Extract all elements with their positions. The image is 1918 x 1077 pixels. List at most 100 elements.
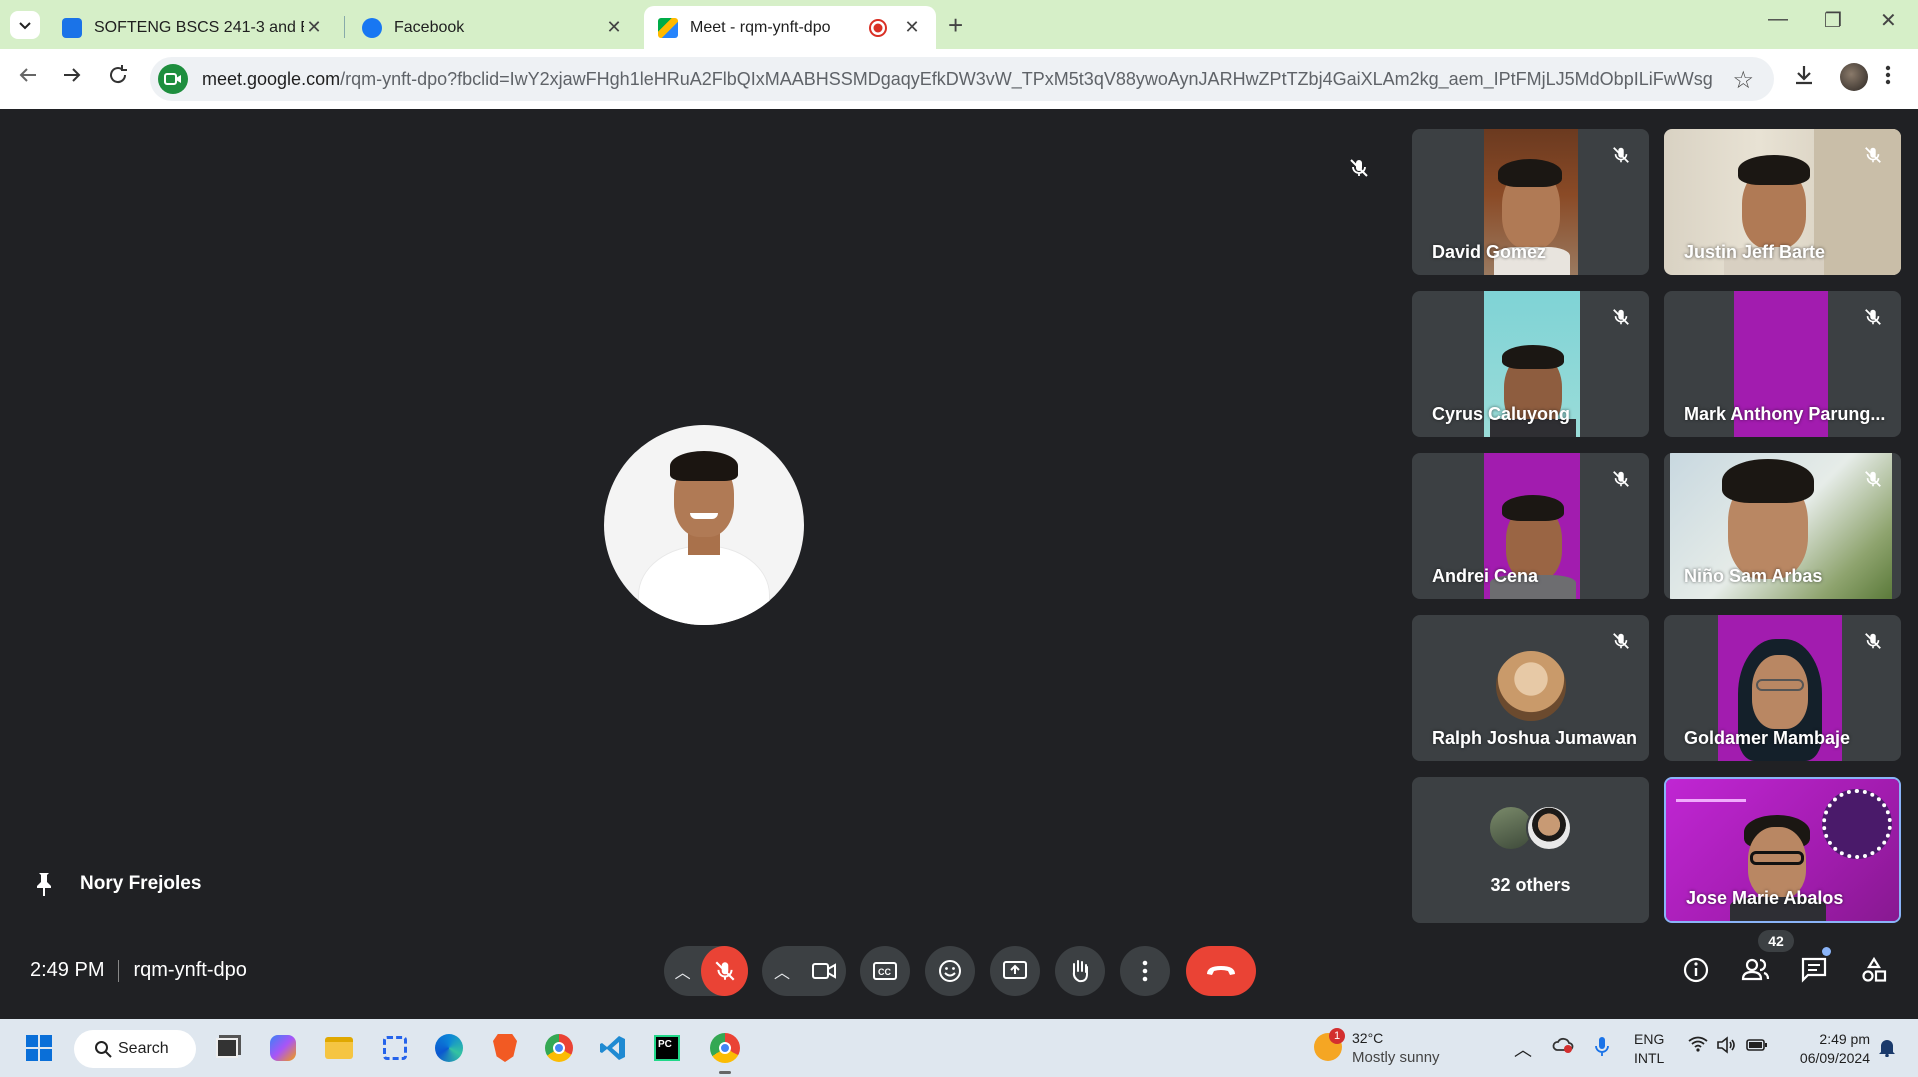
profile-avatar[interactable] [1840, 63, 1868, 91]
recording-icon [869, 18, 887, 37]
participant-tile[interactable]: Niño Sam Arbas [1664, 453, 1901, 599]
participant-tile[interactable]: Andrei Cena [1412, 453, 1649, 599]
tray-overflow-chevron-up-icon[interactable]: ︿ [1514, 1036, 1532, 1062]
captions-button[interactable]: CC [860, 946, 910, 996]
snipping-tool-icon[interactable] [380, 1033, 410, 1063]
participant-name: Niño Sam Arbas [1684, 566, 1823, 586]
edge-icon[interactable] [434, 1033, 464, 1063]
more-vert-icon [1142, 960, 1148, 982]
mic-toggle-button[interactable] [701, 946, 748, 996]
close-icon[interactable]: ✕ [304, 17, 324, 38]
tab-softeng[interactable]: SOFTENG BSCS 241-3 and BSIT ✕ [48, 6, 338, 49]
wifi-icon[interactable] [1688, 1036, 1708, 1057]
address-bar[interactable]: meet.google.com/rqm-ynft-dpo?fbclid=IwY2… [150, 57, 1774, 101]
participant-name: Mark Anthony Parung... [1684, 404, 1886, 424]
battery-icon[interactable] [1746, 1036, 1768, 1057]
participant-tile[interactable]: David Gomez [1412, 129, 1649, 275]
participant-tile[interactable]: Mark Anthony Parung... [1664, 291, 1901, 437]
new-tab-button[interactable]: + [948, 10, 963, 41]
download-icon[interactable] [1792, 63, 1816, 87]
hang-up-icon [1207, 966, 1235, 975]
weather-desc: Mostly sunny [1352, 1049, 1440, 1066]
mic-off-icon [1865, 471, 1881, 487]
browser-toolbar: meet.google.com/rqm-ynft-dpo?fbclid=IwY2… [0, 49, 1918, 109]
participant-avatar [1526, 805, 1572, 851]
notification-bell-icon[interactable] [1878, 1037, 1896, 1057]
close-icon[interactable]: ✕ [604, 17, 624, 38]
participant-tile[interactable]: Ralph Joshua Jumawan [1412, 615, 1649, 761]
vscode-icon[interactable] [598, 1033, 628, 1063]
task-view-icon[interactable] [212, 1033, 242, 1063]
pinned-participant-avatar [604, 425, 804, 625]
participant-name: Cyrus Caluyong [1432, 404, 1571, 424]
back-icon[interactable] [16, 63, 40, 87]
active-app-indicator [719, 1071, 731, 1074]
mic-control-group: ︿ [664, 946, 748, 996]
camera-toggle-button[interactable] [802, 946, 846, 996]
classroom-icon [62, 17, 82, 38]
microphone-icon[interactable] [1594, 1036, 1610, 1063]
participant-name: Justin Jeff Barte [1684, 242, 1826, 262]
participant-name: Goldamer Mambaje [1684, 728, 1851, 748]
facebook-icon [362, 17, 382, 38]
emoji-icon [939, 960, 961, 982]
leave-call-button[interactable] [1186, 946, 1256, 996]
bookmark-star-icon[interactable]: ☆ [1732, 66, 1754, 95]
camera-options-chevron-up-icon[interactable]: ︿ [762, 959, 802, 983]
mic-options-chevron-up-icon[interactable]: ︿ [664, 959, 701, 983]
more-options-button[interactable] [1120, 946, 1170, 996]
taskbar-search[interactable]: Search [74, 1030, 196, 1068]
weather-widget[interactable]: 32°C Mostly sunny [1352, 1029, 1440, 1067]
menu-kebab-icon[interactable] [1884, 63, 1892, 87]
window-close-icon[interactable]: ✕ [1880, 8, 1897, 33]
activities-icon[interactable] [1860, 956, 1888, 984]
people-icon[interactable] [1740, 956, 1770, 984]
tab-title: Meet - rqm-ynft-dpo [690, 18, 831, 36]
participant-name: Ralph Joshua Jumawan [1432, 728, 1638, 748]
emoji-reactions-button[interactable] [925, 946, 975, 996]
mic-off-icon [1613, 471, 1629, 487]
participant-tile[interactable]: Cyrus Caluyong [1412, 291, 1649, 437]
mic-off-icon [1613, 147, 1629, 163]
close-icon[interactable]: ✕ [902, 17, 922, 38]
onedrive-offline-icon[interactable] [1552, 1036, 1574, 1059]
mic-off-icon [1613, 633, 1629, 649]
tab-search-button[interactable] [10, 11, 40, 39]
tab-facebook[interactable]: Facebook ✕ [348, 6, 638, 49]
volume-icon[interactable] [1716, 1036, 1736, 1059]
language-indicator[interactable]: ENG INTL [1634, 1030, 1664, 1068]
mic-off-icon [1865, 633, 1881, 649]
site-info-icon[interactable] [158, 64, 188, 94]
info-icon[interactable] [1682, 956, 1710, 984]
reload-icon[interactable] [106, 63, 130, 87]
keyboard-layout: INTL [1634, 1050, 1665, 1066]
participant-name: Jose Marie Abalos [1686, 888, 1844, 908]
taskbar-time: 2:49 pm [1819, 1031, 1870, 1047]
tab-divider [344, 16, 345, 38]
minimize-icon[interactable]: — [1768, 8, 1788, 31]
mic-off-icon [715, 961, 735, 981]
raise-hand-button[interactable] [1055, 946, 1105, 996]
brave-icon[interactable] [490, 1033, 520, 1063]
tab-meet[interactable]: Meet - rqm-ynft-dpo ✕ [644, 6, 936, 49]
pin-icon[interactable] [34, 871, 54, 897]
hand-icon [1072, 960, 1088, 983]
search-icon [95, 1041, 112, 1058]
weather-temp: 32°C [1352, 1030, 1384, 1046]
taskbar-clock[interactable]: 2:49 pm 06/09/2024 [1786, 1030, 1870, 1068]
pycharm-icon[interactable]: PC [652, 1033, 682, 1063]
present-screen-button[interactable] [990, 946, 1040, 996]
chrome-icon[interactable] [544, 1033, 574, 1063]
restore-icon[interactable]: ❐ [1824, 8, 1842, 33]
chat-icon[interactable] [1800, 956, 1828, 984]
chrome-profile-icon[interactable] [710, 1033, 740, 1063]
participant-tile[interactable]: Goldamer Mambaje [1664, 615, 1901, 761]
file-explorer-icon[interactable] [324, 1033, 354, 1063]
participant-tile-active-speaker[interactable]: Jose Marie Abalos [1664, 777, 1901, 923]
others-tile[interactable]: 32 others [1412, 777, 1649, 923]
windows-start-icon[interactable] [24, 1033, 54, 1063]
forward-icon[interactable] [60, 63, 84, 87]
participant-tile[interactable]: Justin Jeff Barte [1664, 129, 1901, 275]
copilot-icon[interactable] [268, 1033, 298, 1063]
taskbar-date: 06/09/2024 [1799, 1050, 1870, 1066]
